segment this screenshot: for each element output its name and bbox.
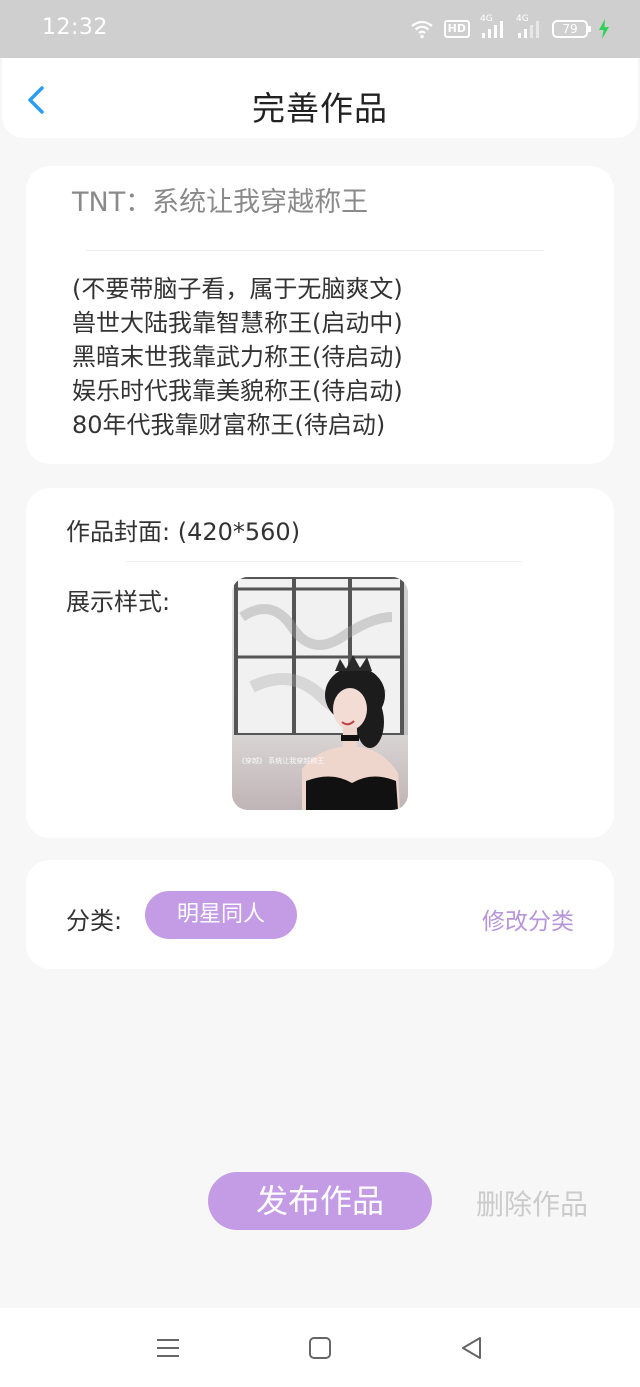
work-title[interactable]: TNT：系统让我穿越称王	[72, 180, 368, 219]
signal-4g-icon: 4G	[516, 14, 542, 39]
signal-label: 4G	[480, 14, 493, 24]
hd-icon: HD	[443, 20, 470, 38]
cover-label: 作品封面: (420*560)	[66, 518, 301, 546]
nav-back-button[interactable]	[458, 1334, 486, 1362]
nav-menu-button[interactable]	[154, 1334, 182, 1362]
cover-card: 作品封面: (420*560) 展示样式: 《穿越》 系统让我穿越称王	[26, 488, 614, 838]
description-line: 黑暗末世我靠武力称王(待启动)	[72, 343, 403, 371]
nav-home-button[interactable]	[306, 1334, 334, 1362]
description-line: (不要带脑子看，属于无脑爽文)	[72, 275, 403, 303]
description-line: 娱乐时代我靠美貌称王(待启动)	[72, 377, 403, 405]
description-line: 80年代我靠财富称王(待启动)	[72, 411, 386, 439]
system-nav-bar	[0, 1308, 640, 1387]
charging-icon	[599, 19, 609, 39]
divider	[86, 250, 544, 251]
page-title: 完善作品	[252, 89, 388, 128]
back-triangle-icon	[462, 1337, 481, 1359]
signal-label: 4G	[516, 14, 529, 24]
status-time: 12:32	[42, 15, 108, 40]
publish-button[interactable]: 发布作品	[208, 1172, 432, 1230]
display-style-label: 展示样式:	[66, 588, 171, 616]
header: 完善作品	[2, 58, 638, 138]
edit-category-link[interactable]: 修改分类	[482, 902, 574, 936]
menu-icon	[157, 1339, 179, 1357]
work-description[interactable]: (不要带脑子看，属于无脑爽文) 兽世大陆我靠智慧称王(启动中) 黑暗末世我靠武力…	[72, 272, 403, 442]
work-info-card: TNT：系统让我穿越称王 (不要带脑子看，属于无脑爽文) 兽世大陆我靠智慧称王(…	[26, 166, 614, 464]
status-bar: 12:32 HD 4G 4G 79	[0, 0, 640, 58]
battery-icon: 79	[552, 20, 591, 38]
cover-overlay-text: 《穿越》 系统让我穿越称王	[238, 756, 324, 765]
divider	[126, 561, 522, 562]
category-label: 分类:	[66, 907, 123, 935]
description-line: 兽世大陆我靠智慧称王(启动中)	[72, 309, 403, 337]
delete-button[interactable]: 删除作品	[476, 1183, 588, 1223]
status-icons: HD 4G 4G 79	[410, 14, 610, 42]
signal-4g-icon: 4G	[480, 14, 506, 39]
wifi-icon	[410, 20, 433, 39]
category-card: 分类: 明星同人 修改分类	[26, 860, 614, 969]
category-chip[interactable]: 明星同人	[145, 891, 297, 939]
home-icon	[309, 1337, 331, 1359]
cover-image[interactable]: 《穿越》 系统让我穿越称王	[232, 577, 408, 810]
